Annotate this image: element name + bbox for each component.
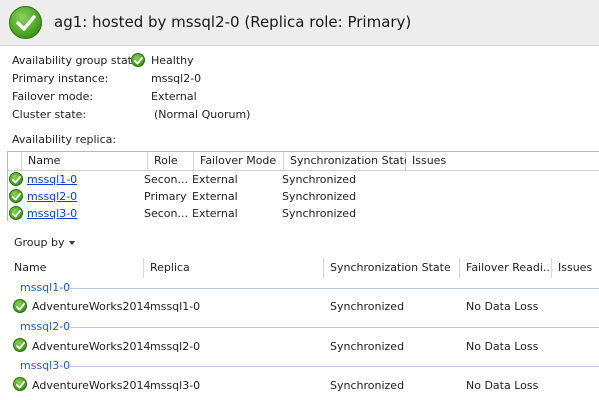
- replica-role: Primary: [144, 190, 187, 203]
- db-name[interactable]: AdventureWorks2014: [32, 379, 150, 392]
- replica-link-mssql3[interactable]: mssql3-0: [27, 207, 77, 220]
- page-title: ag1: hosted by mssql2-0 (Replica role: P…: [54, 13, 412, 31]
- group-by-dropdown[interactable]: Group by: [14, 236, 76, 249]
- column-header-failover-mode[interactable]: Failover Mode: [194, 152, 284, 170]
- db-column-header-sync-state[interactable]: Synchronization State: [324, 256, 458, 280]
- green-check-icon: [9, 6, 42, 39]
- replica-section-label: Availability replica:: [12, 133, 117, 146]
- caret-down-icon: [69, 241, 76, 245]
- group-header-mssql2[interactable]: mssql2-0: [20, 320, 70, 333]
- group-by-label: Group by: [14, 236, 65, 249]
- group-divider: [70, 288, 599, 289]
- replica-sync: Synchronized: [282, 173, 357, 186]
- replica-link-mssql1[interactable]: mssql1-0: [27, 173, 77, 186]
- db-failover-readiness: No Data Loss: [466, 340, 539, 353]
- failover-mode-value: External: [151, 90, 197, 103]
- dashboard-header: ag1: hosted by mssql2-0 (Replica role: P…: [0, 0, 599, 46]
- replica-link-mssql2[interactable]: mssql2-0: [27, 190, 77, 203]
- green-check-icon: [131, 53, 145, 67]
- db-name[interactable]: AdventureWorks2014: [32, 300, 150, 313]
- replica-role: Secon...: [144, 207, 188, 220]
- replica-failover: External: [192, 207, 238, 220]
- db-sync-state: Synchronized: [330, 340, 405, 353]
- db-sync-state: Synchronized: [330, 300, 405, 313]
- green-check-icon: [13, 299, 27, 313]
- db-replica: mssql1-0: [150, 300, 201, 313]
- db-failover-readiness: No Data Loss: [466, 379, 539, 392]
- primary-instance-label: Primary instance:: [12, 72, 109, 85]
- ag-state-value: Healthy: [151, 54, 194, 67]
- db-failover-readiness: No Data Loss: [466, 300, 539, 313]
- db-replica: mssql2-0: [150, 340, 201, 353]
- replica-sync: Synchronized: [282, 190, 357, 203]
- group-header-mssql3[interactable]: mssql3-0: [20, 359, 70, 372]
- replica-failover: External: [192, 173, 238, 186]
- replica-failover: External: [192, 190, 238, 203]
- db-sync-state: Synchronized: [330, 379, 405, 392]
- db-replica: mssql3-0: [150, 379, 201, 392]
- green-check-icon: [13, 377, 27, 391]
- db-column-header-replica[interactable]: Replica: [144, 256, 323, 280]
- column-header-issues[interactable]: Issues: [406, 152, 599, 170]
- green-check-icon: [9, 206, 23, 220]
- column-header-sync-state[interactable]: Synchronization State: [284, 152, 411, 170]
- cluster-state-label: Cluster state:: [12, 108, 87, 121]
- green-check-icon: [13, 338, 27, 352]
- cluster-state-value: (Normal Quorum): [154, 108, 251, 121]
- header-divider: [8, 170, 599, 171]
- db-column-header-issues[interactable]: Issues: [552, 256, 599, 280]
- green-check-icon: [9, 172, 23, 186]
- ag-state-label: Availability group state:: [12, 54, 143, 67]
- group-divider: [70, 327, 599, 328]
- replica-role: Secon...: [144, 173, 188, 186]
- db-name[interactable]: AdventureWorks2014: [32, 340, 150, 353]
- failover-mode-label: Failover mode:: [12, 90, 94, 103]
- db-column-header-name[interactable]: Name: [8, 256, 144, 280]
- green-check-icon: [9, 189, 23, 203]
- column-header-role[interactable]: Role: [148, 152, 194, 170]
- group-divider: [70, 366, 599, 367]
- grid-spacer: [8, 152, 22, 170]
- primary-instance-value: mssql2-0: [151, 72, 202, 85]
- group-header-mssql1[interactable]: mssql1-0: [20, 281, 70, 294]
- replica-sync: Synchronized: [282, 207, 357, 220]
- db-column-header-failover-readiness[interactable]: Failover Readi...: [460, 256, 553, 280]
- column-header-name[interactable]: Name: [22, 152, 148, 170]
